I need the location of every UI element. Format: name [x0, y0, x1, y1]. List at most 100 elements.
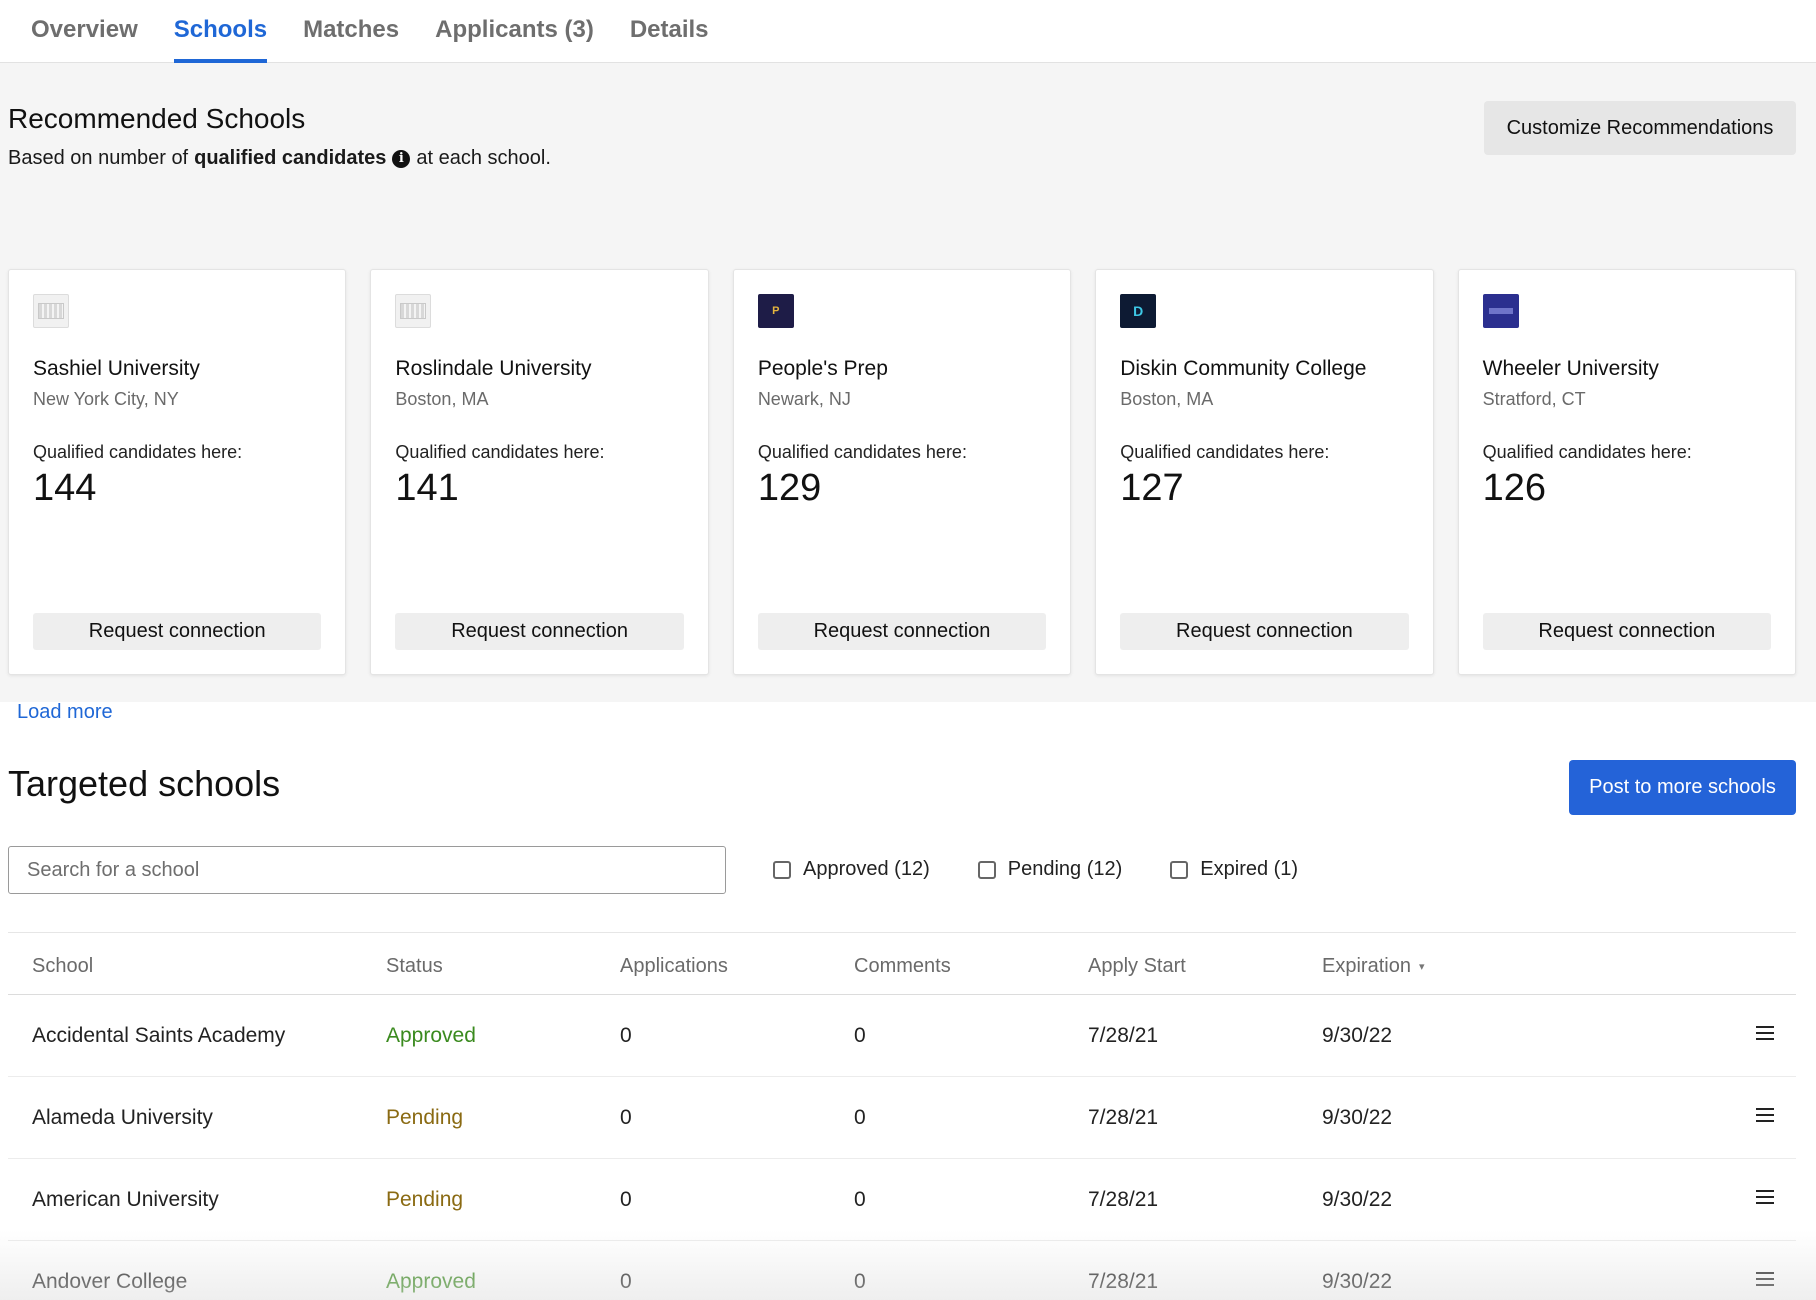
- cell-apply-start: 7/28/21: [1088, 1105, 1159, 1129]
- request-connection-button[interactable]: Request connection: [1120, 613, 1409, 650]
- row-actions: [1672, 1268, 1796, 1296]
- school-location: Newark, NJ: [757, 389, 851, 409]
- request-connection-button[interactable]: Request connection: [33, 613, 322, 650]
- tab-details[interactable]: Details: [630, 16, 709, 62]
- school-logo-placeholder: [33, 294, 69, 328]
- cell-applications: 0: [620, 1105, 632, 1129]
- checkbox[interactable]: [1170, 860, 1189, 879]
- qualified-candidates-label: Qualified candidates here:: [395, 442, 605, 462]
- cell-applications: 0: [620, 1023, 632, 1047]
- school-location: Boston, MA: [395, 389, 489, 409]
- cell-expiration: 9/30/22: [1322, 1023, 1393, 1047]
- cell-comments: 0: [854, 1269, 866, 1293]
- school-cards: Sashiel University New York City, NY Qua…: [8, 269, 1797, 675]
- table-row[interactable]: Alameda University Pending 0 0 7/28/21 9…: [8, 1077, 1796, 1159]
- qualified-candidates-label: Qualified candidates here:: [1482, 442, 1692, 462]
- menu-icon[interactable]: [1756, 1022, 1774, 1044]
- table-row[interactable]: Andover College Approved 0 0 7/28/21 9/3…: [8, 1241, 1796, 1300]
- school-card: Roslindale University Boston, MA Qualifi…: [370, 269, 709, 675]
- filter-pending[interactable]: Pending (12): [977, 858, 1123, 881]
- qualified-candidates-label: Qualified candidates here:: [33, 442, 243, 462]
- cell-expiration: 9/30/22: [1322, 1269, 1393, 1293]
- checkbox[interactable]: [977, 860, 996, 879]
- cell-status: Approved: [386, 1269, 476, 1293]
- column-header-apply-start[interactable]: Apply Start: [1088, 955, 1322, 978]
- cell-apply-start: 7/28/21: [1088, 1187, 1159, 1211]
- school-name: People's Prep: [757, 357, 888, 380]
- checkbox[interactable]: [773, 860, 791, 879]
- cell-school: Andover College: [32, 1269, 188, 1293]
- qualified-candidates-count: 144: [33, 467, 97, 509]
- cell-status: Pending: [386, 1187, 464, 1211]
- qualified-candidates-count: 129: [757, 467, 822, 509]
- tab-overview[interactable]: Overview: [31, 16, 138, 62]
- targeted-schools-table: School Status Applications Comments Appl…: [8, 932, 1796, 1300]
- sort-icon[interactable]: ▾: [1419, 961, 1425, 973]
- filter-expired[interactable]: Expired (1): [1170, 858, 1298, 881]
- row-actions: [1672, 1104, 1796, 1132]
- qualified-candidates-count: 141: [395, 467, 459, 509]
- column-header-comments[interactable]: Comments: [854, 955, 1088, 978]
- filter-approved[interactable]: Approved (12): [773, 858, 930, 881]
- customize-recommendations-button[interactable]: Customize Recommendations: [1484, 101, 1796, 155]
- qualified-candidates-label: Qualified candidates here:: [1120, 442, 1330, 462]
- qualified-candidates-label: Qualified candidates here:: [757, 442, 967, 462]
- school-location: Boston, MA: [1120, 389, 1214, 409]
- subtitle-suffix: at each school.: [416, 147, 551, 169]
- targeted-title: Targeted schools: [8, 763, 281, 804]
- menu-icon[interactable]: [1756, 1268, 1774, 1290]
- cell-school: Alameda University: [32, 1105, 213, 1129]
- request-connection-button[interactable]: Request connection: [1482, 613, 1772, 650]
- school-name: Diskin Community College: [1120, 357, 1367, 380]
- cell-comments: 0: [854, 1023, 866, 1047]
- menu-icon[interactable]: [1756, 1186, 1774, 1208]
- school-card: D Diskin Community College Boston, MA Qu…: [1095, 269, 1434, 675]
- column-header-expiration-label: Expiration: [1322, 955, 1411, 977]
- column-header-expiration[interactable]: Expiration ▾: [1322, 955, 1672, 978]
- table-header: School Status Applications Comments Appl…: [8, 933, 1796, 995]
- school-logo-placeholder: [395, 294, 432, 328]
- cell-expiration: 9/30/22: [1322, 1187, 1393, 1211]
- school-logo: P: [757, 294, 794, 328]
- tab-schools[interactable]: Schools: [173, 16, 268, 63]
- row-actions: [1672, 1186, 1796, 1214]
- post-to-more-schools-button[interactable]: Post to more schools: [1569, 760, 1796, 815]
- filter-label: Approved (12): [803, 858, 930, 880]
- cell-status: Pending: [386, 1105, 464, 1129]
- school-name: Sashiel University: [33, 357, 200, 380]
- subtitle-prefix: Based on number of: [8, 147, 189, 169]
- school-location: New York City, NY: [33, 389, 179, 409]
- qualified-candidates-count: 126: [1482, 467, 1547, 509]
- school-search-input[interactable]: [8, 846, 726, 894]
- status-filters: Approved (12) Pending (12) Expired (1): [773, 858, 1298, 881]
- filter-label: Pending (12): [1007, 858, 1123, 880]
- column-header-applications[interactable]: Applications: [620, 955, 854, 978]
- info-circle-icon[interactable]: i: [392, 149, 411, 168]
- table-row[interactable]: American University Pending 0 0 7/28/21 …: [8, 1159, 1796, 1241]
- column-header-status[interactable]: Status: [386, 955, 620, 978]
- tab-matches[interactable]: Matches: [303, 16, 399, 62]
- load-more-link[interactable]: Load more: [17, 701, 113, 724]
- request-connection-button[interactable]: Request connection: [395, 613, 684, 650]
- cell-apply-start: 7/28/21: [1088, 1269, 1159, 1293]
- cell-applications: 0: [620, 1187, 632, 1211]
- menu-icon[interactable]: [1756, 1104, 1774, 1126]
- request-connection-button[interactable]: Request connection: [757, 613, 1047, 650]
- cell-comments: 0: [854, 1105, 866, 1129]
- cell-comments: 0: [854, 1187, 866, 1211]
- tab-applicants[interactable]: Applicants (3): [435, 16, 594, 62]
- tab-bar: Overview Schools Matches Applicants (3) …: [0, 0, 1816, 63]
- school-location: Stratford, CT: [1482, 389, 1586, 409]
- school-card: Wheeler University Stratford, CT Qualifi…: [1457, 269, 1797, 675]
- school-name: Roslindale University: [395, 357, 592, 380]
- school-card: P People's Prep Newark, NJ Qualified can…: [732, 269, 1072, 675]
- subtitle-bold: qualified candidates: [194, 147, 387, 169]
- cell-applications: 0: [620, 1269, 632, 1293]
- table-row[interactable]: Accidental Saints Academy Approved 0 0 7…: [8, 995, 1796, 1077]
- row-actions: [1672, 1022, 1796, 1050]
- recommended-schools-section: Recommended Schools Based on number of q…: [0, 63, 1816, 723]
- cell-school: American University: [32, 1187, 219, 1211]
- column-header-school[interactable]: School: [8, 955, 386, 978]
- school-logo: [1482, 294, 1519, 328]
- school-logo: D: [1120, 294, 1157, 328]
